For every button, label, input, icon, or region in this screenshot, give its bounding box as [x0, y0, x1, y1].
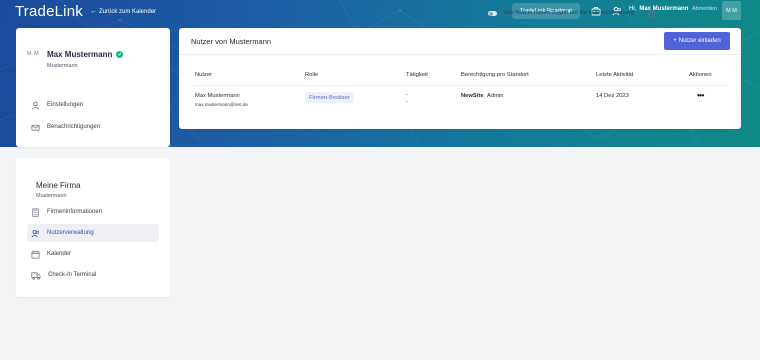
- person-icon: [31, 101, 40, 110]
- avatar[interactable]: M M: [722, 1, 741, 20]
- arrow-left-icon: ←: [90, 8, 97, 15]
- activity-cell: -: [406, 92, 408, 98]
- profile-name: Max Mustermann ✓: [47, 50, 124, 59]
- app-logo[interactable]: TradeLink: [15, 3, 83, 20]
- profile-company: Mustermann: [47, 63, 78, 69]
- menu-item-notifications[interactable]: Benachrichtigungen: [27, 118, 159, 136]
- menu-item-label: Kalender: [47, 251, 72, 257]
- company-subtitle: Mustermann: [36, 193, 67, 199]
- column-header-activity: Tätigkeit: [406, 72, 428, 78]
- column-header-permission: Berechtigung pro Standort: [461, 72, 529, 78]
- menu-item-company-info[interactable]: Firmeninformationen: [27, 203, 159, 221]
- role-badge: Firmen-Besitzer: [305, 92, 354, 103]
- truck-icon: [31, 271, 41, 280]
- menu-item-calendar[interactable]: Kalender: [27, 245, 159, 263]
- menu-item-label: Benachrichtigungen: [47, 124, 101, 130]
- profile-avatar: M M: [27, 51, 40, 57]
- menu-item-label: Check-In Terminal: [48, 272, 97, 278]
- calendar-icon: [31, 250, 40, 259]
- menu-item-label: Nutzerverwaltung: [47, 230, 94, 236]
- profile-name-text: Max Mustermann: [47, 50, 113, 59]
- site-name: NewSite: [461, 93, 484, 99]
- menu-item-settings[interactable]: Einstellungen: [27, 96, 159, 114]
- user-greeting: Hi, Max Mustermann: [629, 6, 688, 12]
- user-name-cell: Max Mustermann: [195, 93, 240, 99]
- info-icon[interactable]: i: [648, 9, 655, 17]
- verified-check-icon: ✓: [116, 51, 124, 58]
- back-link-label: Zurück zum Kalender: [99, 8, 157, 15]
- column-header-last-active: Letzte Aktivität: [596, 72, 634, 78]
- profile-card: M M Max Mustermann ✓ Mustermann Einstell…: [16, 28, 170, 147]
- back-to-calendar-link[interactable]: ← Zurück zum Kalender: [90, 8, 156, 15]
- last-active-cell: 14 Dez 2023: [596, 93, 629, 99]
- company-card: Meine Firma Mustermann Firmeninformation…: [16, 158, 170, 297]
- company-title: Meine Firma: [36, 181, 81, 190]
- column-header-actions: Aktionen: [689, 72, 712, 78]
- column-header-role: Rolle: [305, 72, 319, 78]
- column-header-user: Nutzer: [195, 72, 213, 78]
- access-toggle-label: Alle Nutzer haben Zugriff auf die Nutzer…: [504, 10, 634, 16]
- access-toggle[interactable]: [488, 11, 497, 16]
- menu-item-label: Einstellungen: [47, 102, 84, 108]
- activity-cell-2: -: [406, 99, 408, 105]
- permission-level: Admin: [487, 93, 504, 99]
- top-bar: TradeLink ← Zurück zum Kalender TradeLin…: [0, 0, 760, 24]
- greeting-user-name: Max Mustermann: [639, 6, 689, 12]
- users-table: Nutzer Rolle Tätigkeit Berechtigung pro …: [179, 28, 741, 129]
- row-actions-menu[interactable]: •••: [697, 91, 704, 100]
- header-divider: [193, 85, 730, 86]
- divider: [179, 54, 741, 55]
- mail-icon: [31, 124, 40, 131]
- logout-link[interactable]: Abmelden: [692, 6, 717, 12]
- user-email-cell: max.mustermann@test.de: [195, 102, 248, 107]
- menu-item-user-management[interactable]: Nutzerverwaltung: [27, 224, 159, 242]
- users-icon: [31, 229, 39, 237]
- building-icon: [32, 207, 39, 217]
- menu-item-label: Firmeninformationen: [47, 209, 103, 215]
- menu-item-check-in-terminal[interactable]: Check-In Terminal: [27, 266, 159, 284]
